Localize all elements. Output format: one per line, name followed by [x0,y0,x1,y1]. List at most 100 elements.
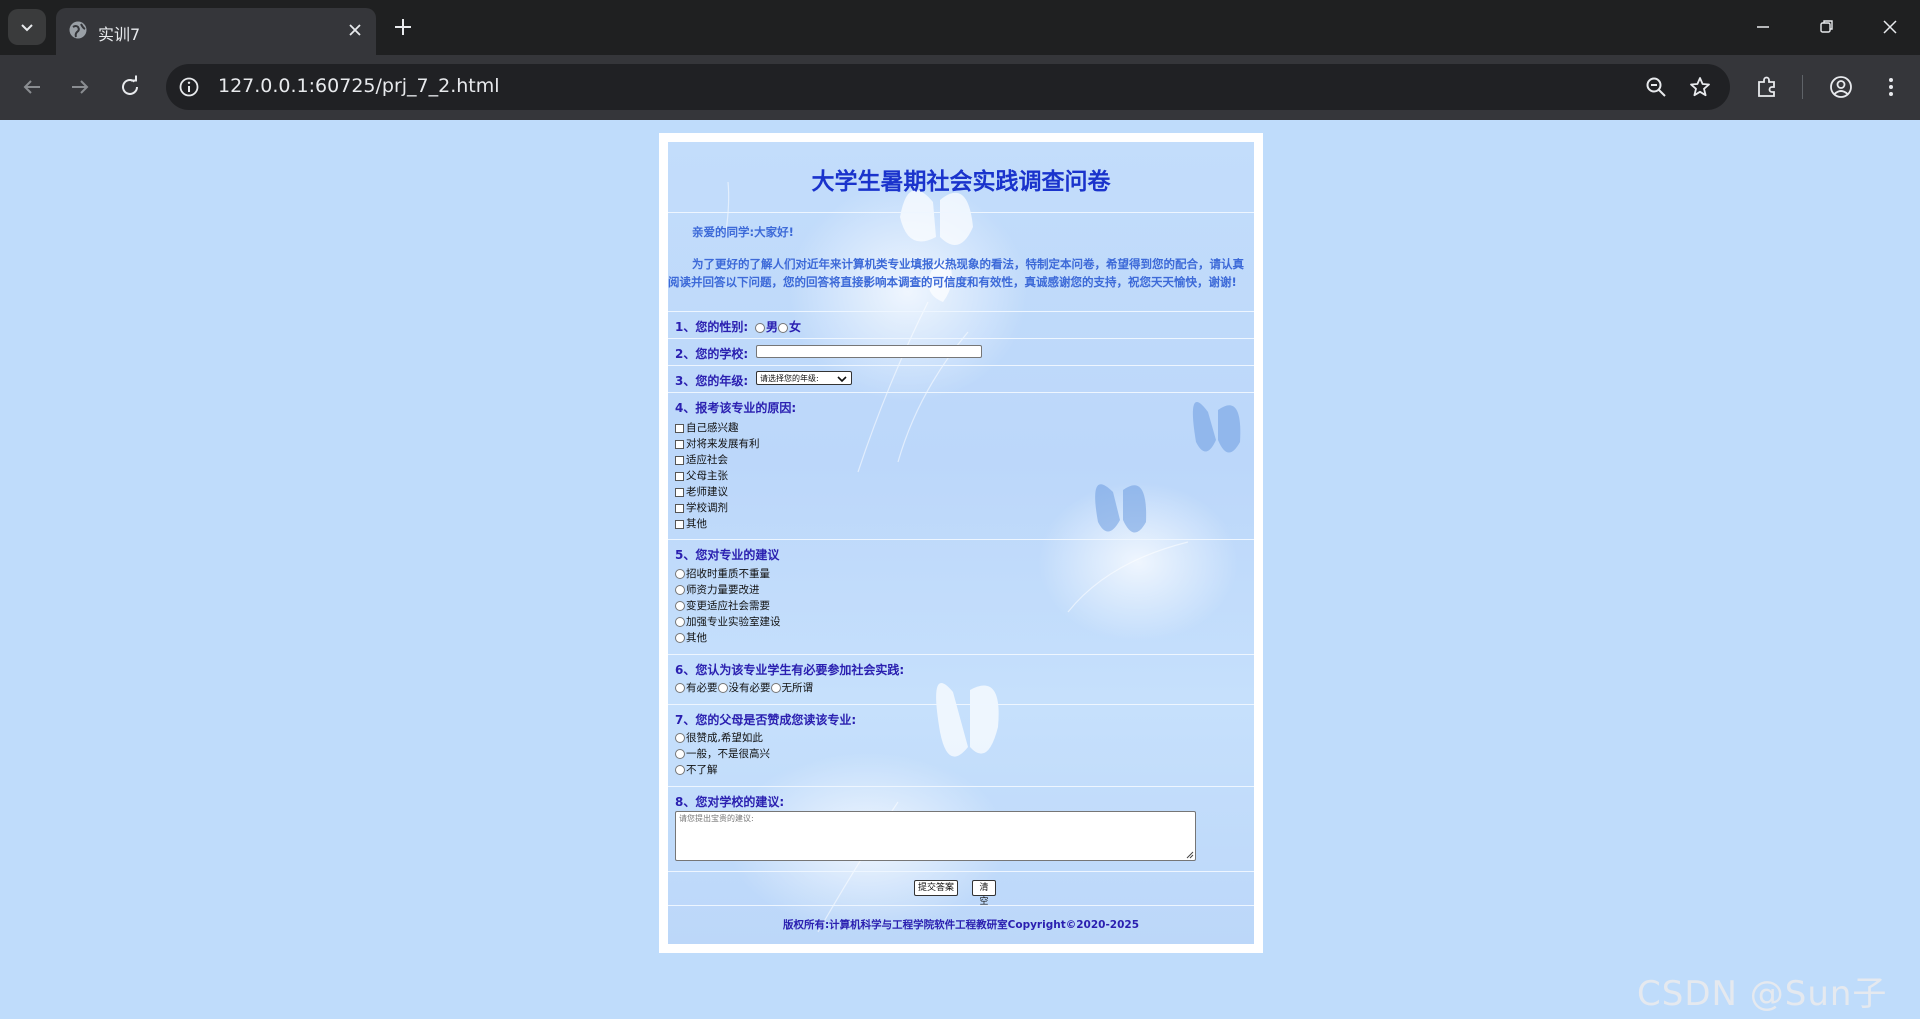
option-label: 很赞成,希望如此 [686,732,763,744]
radio-item[interactable]: 加强专业实验室建设 [675,614,781,630]
grade-select[interactable]: 请选择您的年级: [756,371,852,385]
radio-item[interactable]: 其他 [675,630,781,646]
menu-icon[interactable] [1877,73,1905,101]
checkbox-item[interactable]: 学校调剂 [675,500,760,516]
tab-search-button[interactable] [8,9,46,45]
tab-active[interactable]: 实训7 [56,8,376,55]
radio-item[interactable]: 一般，不是很高兴 [675,746,770,762]
radio-button[interactable] [675,617,685,627]
tab-strip: 实训7 [0,0,1920,55]
checkbox[interactable] [675,439,684,449]
question-label: 6、您认为该专业学生有必要参加社会实践: [675,663,905,677]
reload-icon[interactable] [116,73,144,101]
question-label: 7、您的父母是否赞成您读该专业: [675,713,857,727]
info-icon[interactable] [178,76,200,98]
radio-button[interactable] [675,601,685,611]
option-label: 对将来发展有利 [686,438,760,450]
option-label: 自己感兴趣 [686,422,739,434]
survey-footer: 版权所有:计算机科学与工程学院软件工程教研室Copyright©2020-202… [668,906,1254,944]
radio-male[interactable] [755,322,765,333]
profile-icon[interactable] [1827,73,1855,101]
radio-button[interactable] [675,749,685,759]
option-label: 学校调剂 [686,502,728,514]
question-label: 2、您的学校: [675,347,749,361]
radio-female[interactable] [778,322,789,333]
chevron-down-icon [837,376,847,383]
survey-title: 大学生暑期社会实践调查问卷 [811,169,1111,195]
submit-button[interactable]: 提交答案 [914,880,958,896]
question-parents: 7、您的父母是否赞成您读该专业: 很赞成,希望如此 一般，不是很高兴 不了解 [668,705,1254,787]
radio-item[interactable]: 招收时重质不重量 [675,566,781,582]
reset-button[interactable]: 清空 [972,880,996,907]
address-bar[interactable]: 127.0.0.1:60725/prj_7_2.html [166,64,1730,110]
suggestions-list: 招收时重质不重量 师资力量要改进 变更适应社会需要 加强专业实验室建设 其他 [675,566,781,646]
option-label: 女 [789,320,802,334]
textarea-placeholder: 请您提出宝贵的建议: [679,814,754,823]
survey-table: 大学生暑期社会实践调查问卷 亲爱的同学:大家好! 为了更好的了解人们对近年来计算… [668,142,1254,944]
radio-item[interactable]: 不了解 [675,762,770,778]
radio-item[interactable]: 很赞成,希望如此 [675,730,770,746]
radio-button[interactable] [675,569,685,579]
checkbox[interactable] [675,519,684,529]
school-input[interactable] [756,345,982,358]
option-label: 有必要 [686,682,718,694]
forward-icon[interactable] [66,73,94,101]
back-icon[interactable] [18,73,46,101]
question-grade: 3、您的年级: 请选择您的年级: [668,366,1254,393]
greeting-text: 亲爱的同学:大家好! [692,225,794,239]
question-label: 8、您对学校的建议: [675,795,785,809]
checkbox[interactable] [675,455,684,465]
checkbox-item[interactable]: 老师建议 [675,484,760,500]
radio-button[interactable] [675,765,685,775]
star-icon[interactable] [1688,75,1712,99]
extensions-icon[interactable] [1753,73,1781,101]
checkbox-item[interactable]: 父母主张 [675,468,760,484]
close-icon[interactable] [344,19,366,41]
checkbox-item[interactable]: 其他 [675,516,760,532]
option-label: 适应社会 [686,454,728,466]
option-label: 加强专业实验室建设 [686,616,781,628]
restore-icon[interactable] [1813,14,1839,40]
question-gender: 1、您的性别: 男女 [668,312,1254,339]
reasons-list: 自己感兴趣 对将来发展有利 适应社会 父母主张 老师建议 学校调剂 其他 [675,420,760,532]
tab-title: 实训7 [98,25,141,44]
radio-item[interactable]: 师资力量要改进 [675,582,781,598]
radio-button[interactable] [770,683,781,693]
option-label: 变更适应社会需要 [686,600,770,612]
option-label: 一般，不是很高兴 [686,748,770,760]
new-tab-icon[interactable] [390,14,416,40]
checkbox-item[interactable]: 自己感兴趣 [675,420,760,436]
grade-selected-value: 请选择您的年级: [760,374,819,383]
suggestion-textarea[interactable]: 请您提出宝贵的建议: [675,811,1196,861]
watermark-text: CSDN @Sun子矜 [1637,974,1888,1014]
radio-button[interactable] [675,633,685,643]
radio-button[interactable] [717,683,728,693]
option-label: 无所谓 [781,682,814,694]
radio-button[interactable] [675,585,685,595]
checkbox[interactable] [675,503,684,513]
minimize-icon[interactable] [1750,14,1776,40]
checkbox[interactable] [675,423,684,433]
resize-handle-icon[interactable] [1185,850,1194,859]
question-school-suggestions: 8、您对学校的建议: 请您提出宝贵的建议: [668,787,1254,872]
option-label: 不了解 [686,764,718,776]
checkbox-item[interactable]: 适应社会 [675,452,760,468]
question-school: 2、您的学校: [668,339,1254,366]
radio-button[interactable] [675,683,685,693]
browser-toolbar: 127.0.0.1:60725/prj_7_2.html [0,55,1920,120]
radio-button[interactable] [675,733,685,743]
option-label: 男 [766,320,779,334]
question-social-practice: 6、您认为该专业学生有必要参加社会实践: 有必要 没有必要 无所谓 [668,655,1254,705]
option-label: 没有必要 [728,682,771,694]
checkbox[interactable] [675,487,684,497]
action-row: 提交答案 清空 [668,872,1254,907]
window-close-icon[interactable] [1877,14,1903,40]
chevron-down-icon [21,24,33,32]
social-practice-options: 有必要 没有必要 无所谓 [675,680,813,696]
zoom-out-icon[interactable] [1644,75,1668,99]
radio-item[interactable]: 变更适应社会需要 [675,598,781,614]
url-text: 127.0.0.1:60725/prj_7_2.html [218,75,500,97]
checkbox[interactable] [675,471,684,481]
option-label: 其他 [686,632,707,644]
checkbox-item[interactable]: 对将来发展有利 [675,436,760,452]
